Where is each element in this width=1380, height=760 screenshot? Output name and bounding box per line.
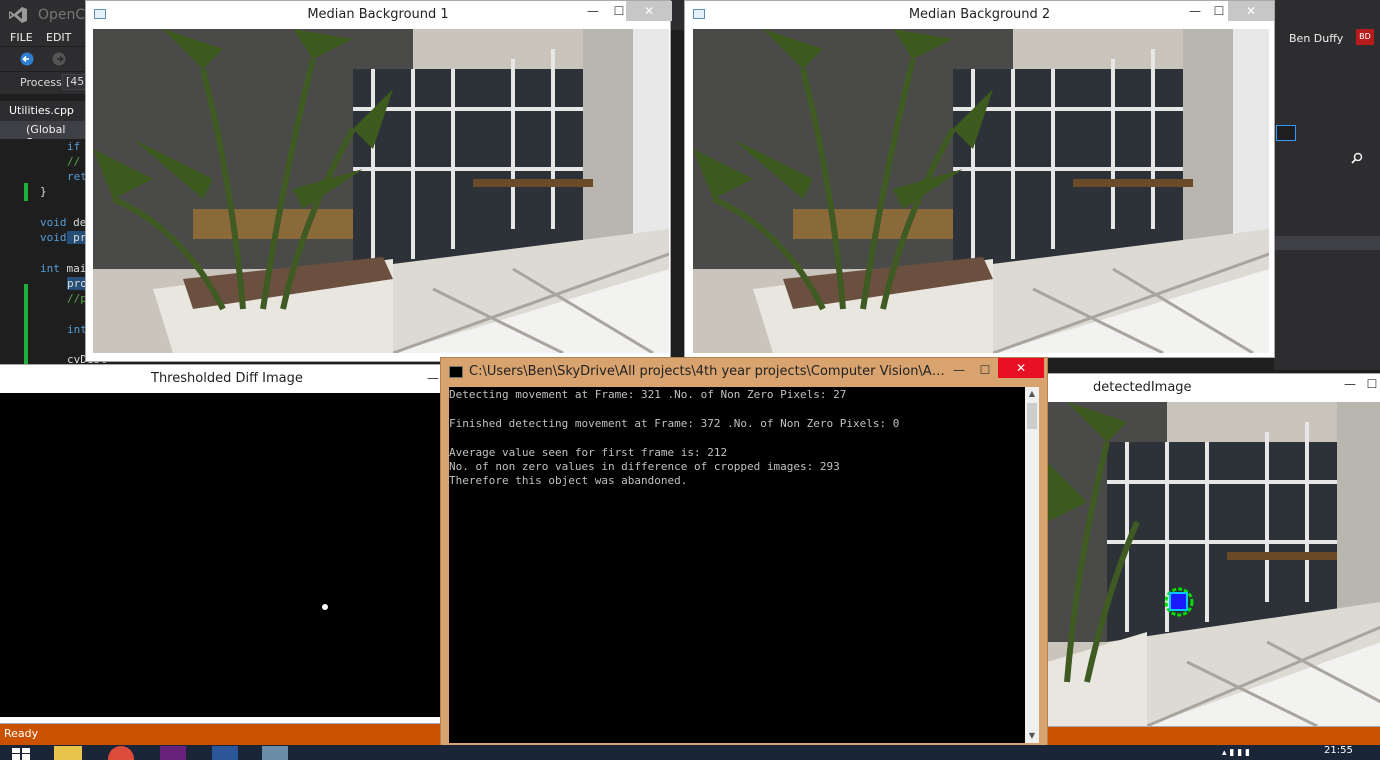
window-title: Thresholded Diff Image <box>151 371 303 386</box>
user-name[interactable]: Ben Duffy <box>1289 32 1343 45</box>
code-token: ret <box>67 170 87 183</box>
office-scene-image <box>1047 402 1380 726</box>
scrollbar-thumb[interactable] <box>1027 403 1037 429</box>
code-line: int mai <box>40 262 86 275</box>
median-background-1-window[interactable]: Median Background 1 — ☐ ✕ <box>85 0 672 362</box>
scroll-down-arrow-icon[interactable]: ▼ <box>1026 731 1038 741</box>
office-scene-image <box>693 29 1269 353</box>
chrome-icon[interactable] <box>108 746 134 760</box>
code-token: int <box>67 323 87 336</box>
process-label: Process: <box>20 76 66 89</box>
median-background-2-window[interactable]: Median Background 2 — ☐ ✕ <box>684 0 1275 358</box>
file-explorer-icon[interactable] <box>54 746 82 760</box>
maximize-button[interactable]: ☐ <box>1359 374 1380 394</box>
vs-toolbar <box>0 47 90 71</box>
code-token: pro <box>67 277 87 290</box>
menu-edit[interactable]: EDIT <box>46 31 71 44</box>
code-line: void de <box>40 216 86 229</box>
back-arrow-icon[interactable] <box>20 52 34 66</box>
detected-blob <box>322 604 328 610</box>
forward-arrow-icon[interactable] <box>52 52 66 66</box>
word-icon[interactable] <box>212 746 238 760</box>
tab-utilities-cpp[interactable]: Utilities.cpp <box>0 101 90 123</box>
close-button[interactable]: ✕ <box>998 358 1044 378</box>
close-button[interactable]: ✕ <box>626 1 672 21</box>
change-marker <box>24 284 28 364</box>
console-window[interactable]: C:\Users\Ben\SkyDrive\All projects\4th y… <box>440 357 1048 749</box>
close-button[interactable]: ✕ <box>1228 1 1274 21</box>
taskbar: ▴ ▮ ▮ ▮ <box>0 745 1380 760</box>
windows-start-icon[interactable] <box>10 747 32 760</box>
threshold-image <box>0 393 444 717</box>
scroll-up-arrow-icon[interactable]: ▲ <box>1026 389 1038 399</box>
window-thumbnail-icon[interactable] <box>262 746 288 760</box>
maximize-button[interactable]: ☐ <box>972 360 998 380</box>
vs-right-panel <box>1274 30 1380 370</box>
console-title: C:\Users\Ben\SkyDrive\All projects\4th y… <box>469 364 949 379</box>
system-tray-icons[interactable]: ▴ ▮ ▮ ▮ <box>1222 748 1282 758</box>
minimize-button[interactable]: — <box>1182 1 1208 21</box>
console-line: No. of non zero values in difference of … <box>449 460 840 473</box>
code-token: } <box>40 185 47 198</box>
panel-button[interactable] <box>1276 125 1296 141</box>
console-line: Detecting movement at Frame: 321 .No. of… <box>449 388 847 401</box>
console-line: Finished detecting movement at Frame: 37… <box>449 417 900 430</box>
median-background-image <box>693 29 1269 353</box>
status-text: Ready <box>4 727 39 740</box>
office-scene-image <box>93 29 669 353</box>
avatar[interactable]: BD <box>1356 29 1374 45</box>
tab-label: Utilities.cpp <box>9 104 74 117</box>
detected-image-window[interactable]: detectedImage — ☐ <box>1040 373 1380 727</box>
vs-menubar: FILE EDIT <box>0 30 90 46</box>
minimize-button[interactable]: — <box>946 360 972 380</box>
window-title: detectedImage <box>1093 380 1192 395</box>
code-comment: // <box>67 155 81 168</box>
change-marker <box>24 183 28 201</box>
code-keyword: void <box>40 231 67 244</box>
menu-file[interactable]: FILE <box>10 31 33 44</box>
code-identifier: mai <box>59 262 87 275</box>
code-keyword: void <box>40 216 67 229</box>
code-identifier: de <box>66 216 87 229</box>
code-token: if <box>67 140 81 153</box>
detected-image <box>1047 402 1380 726</box>
code-editor[interactable]: if // ret } void de void pr int mai pro … <box>0 139 107 366</box>
scope-dropdown[interactable]: (Global Scop <box>0 121 90 149</box>
console-output[interactable]: Detecting movement at Frame: 321 .No. of… <box>449 387 1025 743</box>
minimize-button[interactable]: — <box>580 1 606 21</box>
code-line: void pr <box>40 231 87 244</box>
console-scrollbar[interactable]: ▲ ▼ <box>1025 387 1039 743</box>
console-line: Therefore this object was abandoned. <box>449 474 688 487</box>
median-background-image <box>93 29 669 353</box>
taskbar-clock[interactable]: 21:55 <box>1324 745 1353 756</box>
process-bar: Process: [456 <box>0 72 102 94</box>
code-comment: //p <box>67 292 87 305</box>
thresholded-diff-window[interactable]: Thresholded Diff Image — <box>0 364 444 724</box>
panel-row[interactable] <box>1274 236 1380 250</box>
code-keyword: int <box>40 262 60 275</box>
visual-studio-icon[interactable] <box>160 746 186 760</box>
visual-studio-logo-icon <box>9 7 27 23</box>
console-icon <box>449 366 463 378</box>
code-identifier: pr <box>66 231 87 244</box>
console-line: Average value seen for first frame is: 2… <box>449 446 728 459</box>
search-icon[interactable] <box>1350 152 1364 164</box>
